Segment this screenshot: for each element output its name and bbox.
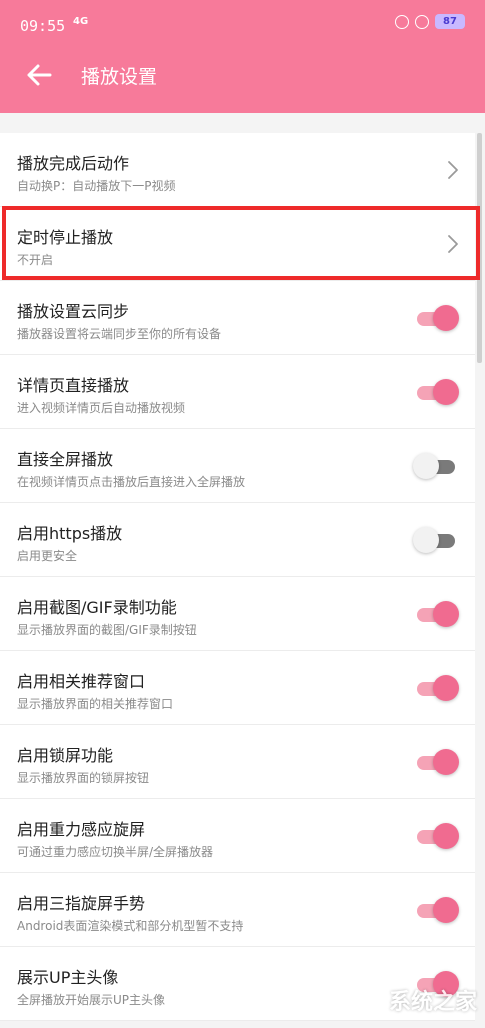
chevron-right-icon [443,160,463,180]
back-arrow-icon[interactable] [24,60,54,90]
toggle-knob [433,601,459,627]
setting-row[interactable]: 启用锁屏功能显示播放界面的锁屏按钮 [0,725,475,799]
setting-subtitle: 可通过重力感应切换半屏/全屏播放器 [17,845,214,859]
setting-title: 展示UP主头像 [17,968,119,987]
setting-title: 定时停止播放 [17,228,114,247]
setting-row[interactable]: 启用重力感应旋屏可通过重力感应切换半屏/全屏播放器 [0,799,475,873]
setting-toggle[interactable] [413,823,459,849]
setting-row[interactable]: 播放完成后动作自动换P：自动播放下一P视频 [0,133,475,207]
setting-row[interactable]: 详情页直接播放进入视频详情页后自动播放视频 [0,355,475,429]
toggle-knob [433,675,459,701]
setting-row[interactable]: 启用相关推荐窗口显示播放界面的相关推荐窗口 [0,651,475,725]
toggle-knob [433,379,459,405]
status-time: 09:55 [20,17,66,35]
page-title: 播放设置 [81,66,158,88]
setting-title: 启用重力感应旋屏 [17,820,146,839]
setting-title: 启用三指旋屏手势 [17,894,146,913]
toggle-knob [433,749,459,775]
setting-subtitle: 显示播放界面的截图/GIF录制按钮 [17,623,197,637]
setting-toggle[interactable] [413,379,459,405]
setting-subtitle: 全屏播放开始展示UP主头像 [17,993,166,1007]
network-indicator: 4G [73,16,89,27]
setting-subtitle: 进入视频详情页后自动播放视频 [17,401,186,415]
setting-title: 播放完成后动作 [17,154,130,173]
setting-subtitle: 启用更安全 [17,549,78,563]
setting-title: 播放设置云同步 [17,302,130,321]
settings-list: 播放完成后动作自动换P：自动播放下一P视频定时停止播放不开启播放设置云同步播放器… [0,133,475,1021]
setting-subtitle: Android表面渲染模式和部分机型暂不支持 [17,919,244,933]
setting-title: 启用相关推荐窗口 [17,672,146,691]
setting-subtitle: 不开启 [17,253,54,267]
setting-row[interactable]: 启用三指旋屏手势 Android表面渲染模式和部分机型暂不支持 [0,873,475,947]
setting-subtitle: 自动换P：自动播放下一P视频 [17,179,176,193]
status-icons: 87 [395,14,465,29]
setting-title: 直接全屏播放 [17,450,114,469]
setting-title: 启用https播放 [17,524,123,543]
toggle-knob [433,305,459,331]
setting-subtitle: 在视频详情页点击播放后直接进入全屏播放 [17,475,246,489]
setting-toggle[interactable] [413,305,459,331]
setting-toggle[interactable] [413,527,459,553]
setting-subtitle: 显示播放界面的锁屏按钮 [17,771,150,785]
setting-title: 启用锁屏功能 [17,746,114,765]
setting-row[interactable]: 播放设置云同步播放器设置将云端同步至你的所有设备 [0,281,475,355]
setting-toggle[interactable] [413,453,459,479]
status-bar: 09:55 4G 87 [0,0,485,50]
setting-toggle[interactable] [413,601,459,627]
toggle-knob [413,453,439,479]
toggle-knob [433,823,459,849]
toggle-knob [433,897,459,923]
location-icon [415,14,429,29]
setting-title: 详情页直接播放 [17,376,130,395]
setting-row[interactable]: 启用https播放启用更安全 [0,503,475,577]
watermark: 系统之家 [388,990,477,1015]
lock-rotation-icon [395,14,409,29]
setting-subtitle: 播放器设置将云端同步至你的所有设备 [17,327,222,341]
setting-row[interactable]: 启用截图/GIF录制功能显示播放界面的截图/GIF录制按钮 [0,577,475,651]
setting-row[interactable]: 直接全屏播放在视频详情页点击播放后直接进入全屏播放 [0,429,475,503]
setting-subtitle: 显示播放界面的相关推荐窗口 [17,697,174,711]
app-bar: 09:55 4G 87 播放设置 [0,0,485,113]
setting-toggle[interactable] [413,749,459,775]
battery-indicator: 87 [435,14,465,29]
setting-toggle[interactable] [413,897,459,923]
chevron-right-icon [443,234,463,254]
toggle-knob [413,527,439,553]
scrollbar[interactable] [477,133,482,363]
setting-row[interactable]: 定时停止播放 不开启 [0,207,475,281]
setting-title: 启用截图/GIF录制功能 [17,598,177,617]
setting-toggle[interactable] [413,675,459,701]
